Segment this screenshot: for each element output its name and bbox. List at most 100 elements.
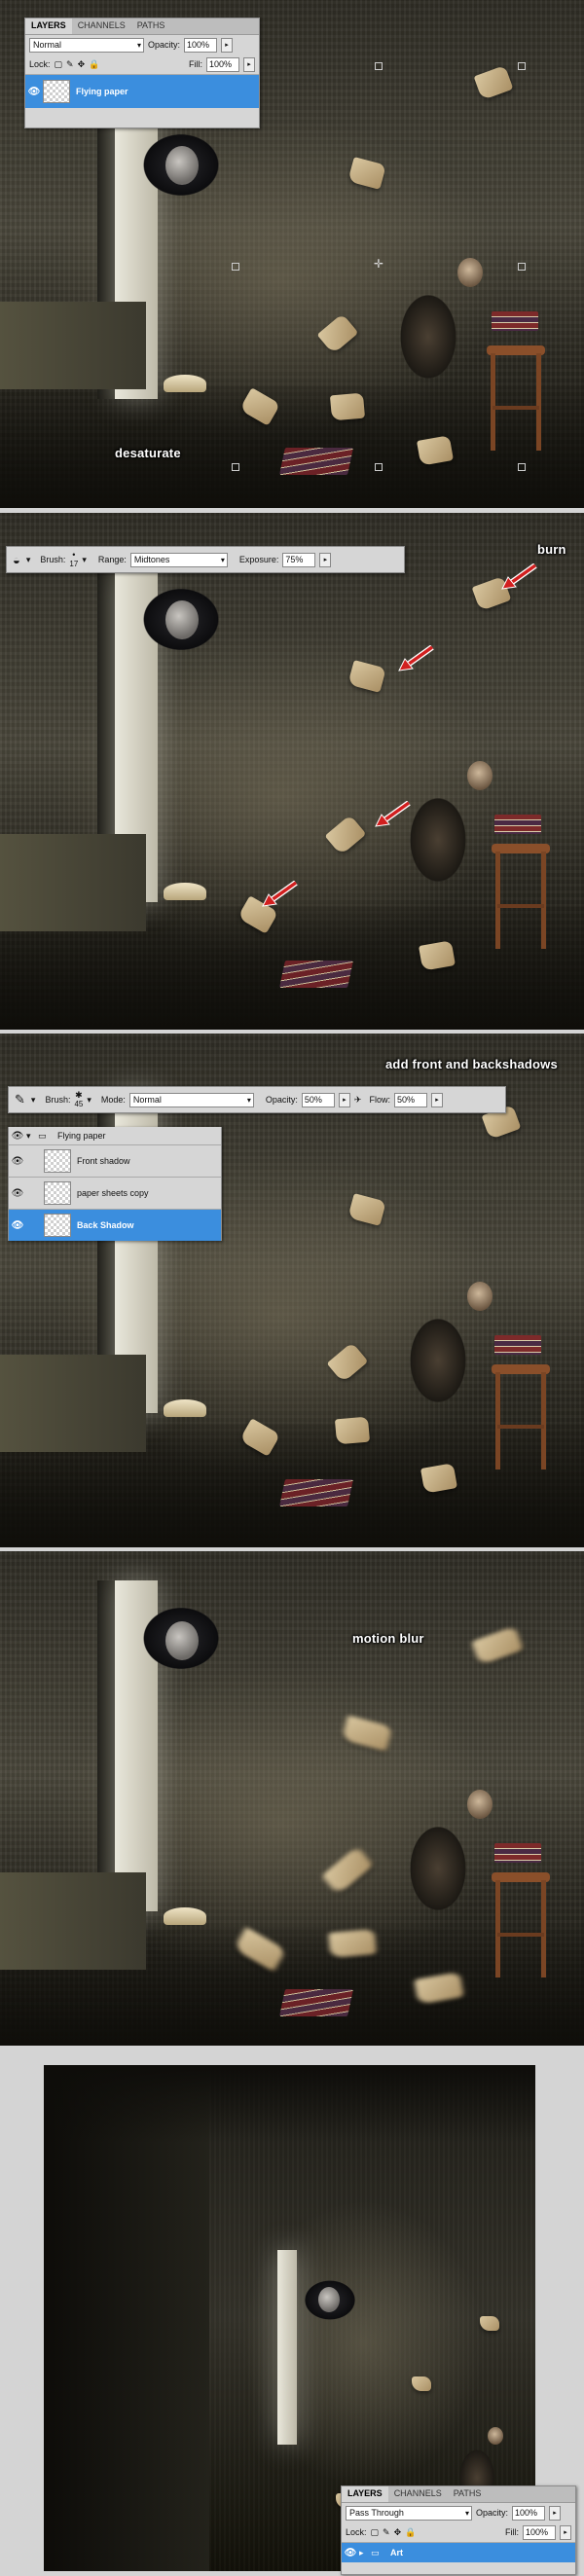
brush-size: 45: [74, 1100, 84, 1108]
layers-panel-tabs: LAYERS CHANNELS PATHS: [25, 18, 259, 35]
tool-preset-chevron-down-icon[interactable]: ▾: [26, 555, 31, 565]
open-book: [164, 1907, 206, 1925]
fill-label: Fill:: [505, 2527, 519, 2537]
paper-sheet: [412, 2376, 431, 2391]
mode-label: Mode:: [100, 1095, 126, 1105]
fill-input[interactable]: 100%: [523, 2524, 556, 2540]
tab-layers[interactable]: LAYERS: [342, 2486, 388, 2502]
transform-handle[interactable]: [375, 463, 383, 471]
chevron-down-icon: ▾: [220, 555, 225, 564]
eye-icon[interactable]: 👁: [9, 1131, 26, 1142]
stool: [492, 1364, 550, 1471]
lock-all-icon[interactable]: 🔒: [89, 59, 99, 70]
opacity-label: Opacity:: [476, 2508, 509, 2518]
step-panel-shadows: add front and backshadows ✎ ▾ Brush: ✱ 45…: [0, 1034, 584, 1547]
layer-row-back-shadow[interactable]: 👁 Back Shadow: [9, 1209, 221, 1241]
lock-pixels-icon[interactable]: ✎: [66, 59, 74, 70]
lock-pixels-icon[interactable]: ✎: [383, 2527, 390, 2538]
fill-slider-toggle[interactable]: ▸: [243, 56, 255, 72]
floor-books: [279, 1989, 353, 2016]
wall-ledge: [0, 834, 146, 931]
layer-row-front-shadow[interactable]: 👁 Front shadow: [9, 1144, 221, 1177]
paper-sheet-blurred: [328, 1928, 377, 1959]
brush-label: Brush:: [40, 555, 66, 564]
girl-head: [467, 761, 493, 790]
red-arrow-icon: [375, 801, 411, 827]
layer-row-paper-sheets-copy[interactable]: 👁 paper sheets copy: [9, 1177, 221, 1209]
layer-row-art[interactable]: 👁 ▸ ▭ Art: [342, 2542, 575, 2562]
exposure-slider-toggle[interactable]: ▸: [319, 552, 332, 567]
floor-books: [279, 1479, 353, 1506]
opacity-input[interactable]: 50%: [301, 1092, 335, 1107]
folder-icon: ▭: [38, 1130, 47, 1141]
lock-all-icon[interactable]: 🔒: [405, 2527, 416, 2538]
brush-size: 17: [69, 560, 79, 568]
opacity-slider-toggle[interactable]: ▸: [549, 2505, 562, 2521]
transform-handle[interactable]: [518, 463, 526, 471]
eye-icon[interactable]: 👁: [25, 87, 43, 97]
tool-preset-chevron-down-icon[interactable]: ▾: [31, 1095, 36, 1106]
range-select[interactable]: Midtones ▾: [129, 552, 228, 567]
step-caption: burn: [537, 542, 566, 557]
opacity-slider-toggle[interactable]: ▸: [221, 37, 234, 53]
layers-panel: LAYERS CHANNELS PATHS Normal ▾ Opacity: 1…: [24, 18, 260, 128]
transform-handle[interactable]: [518, 62, 526, 70]
tab-paths[interactable]: PATHS: [448, 2486, 488, 2502]
airbrush-icon[interactable]: ✈: [354, 1095, 362, 1106]
crow-face: [318, 2287, 340, 2312]
stool: [492, 1872, 550, 1979]
mode-select[interactable]: Normal ▾: [128, 1092, 254, 1107]
range-label: Range:: [97, 555, 127, 564]
blend-row: Normal ▾ Opacity: 100% ▸: [25, 35, 259, 54]
transform-center-icon[interactable]: ✛: [374, 258, 383, 270]
opacity-input[interactable]: 100%: [512, 2505, 546, 2521]
chevron-down-icon: ▾: [136, 40, 141, 50]
eye-icon[interactable]: 👁: [9, 1156, 26, 1167]
transform-handle[interactable]: [518, 263, 526, 271]
lock-transparency-icon[interactable]: ▢: [55, 59, 63, 70]
layer-thumbnail: [44, 1149, 71, 1173]
brush-chevron-down-icon[interactable]: ▾: [87, 1095, 91, 1106]
fill-input[interactable]: 100%: [206, 56, 239, 72]
flow-slider-toggle[interactable]: ▸: [430, 1092, 443, 1107]
book-stack: [492, 311, 538, 331]
tab-paths[interactable]: PATHS: [131, 18, 171, 34]
group-expand-icon[interactable]: ▸: [359, 2548, 371, 2558]
layer-row-flying-paper[interactable]: 👁 Flying paper: [25, 74, 259, 108]
tab-channels[interactable]: CHANNELS: [72, 18, 131, 34]
brush-chevron-down-icon[interactable]: ▾: [82, 555, 87, 565]
step-panel-final: LAYERS CHANNELS PATHS Pass Through ▾ Opac…: [0, 2046, 584, 2576]
lock-position-icon[interactable]: ✥: [394, 2527, 402, 2538]
brush-tool-icon[interactable]: ✎: [13, 1092, 27, 1107]
blend-mode-select[interactable]: Pass Through ▾: [346, 2505, 472, 2521]
eye-icon[interactable]: 👁: [342, 2548, 359, 2558]
brush-preview[interactable]: ✱ 45: [74, 1091, 84, 1109]
tab-channels[interactable]: CHANNELS: [388, 2486, 448, 2502]
exposure-label: Exposure:: [238, 555, 279, 564]
red-arrow-icon: [398, 645, 434, 671]
group-expand-icon[interactable]: ▾: [26, 1131, 38, 1142]
options-row: ◒ ▾ Brush: • 17 ▾ Range: Midtones ▾ Exposu…: [7, 547, 404, 572]
opacity-input[interactable]: 100%: [184, 37, 218, 53]
layer-name: Front shadow: [77, 1156, 130, 1166]
flow-input[interactable]: 50%: [393, 1092, 427, 1107]
transform-handle[interactable]: [232, 263, 239, 271]
transform-handle[interactable]: [232, 463, 239, 471]
layer-group-flying-paper[interactable]: 👁 ▾ ▭ Flying paper: [9, 1127, 221, 1144]
exposure-input[interactable]: 75%: [282, 552, 316, 567]
lock-label: Lock:: [346, 2527, 367, 2537]
burn-tool-icon[interactable]: ◒: [11, 553, 22, 567]
layer-thumbnail: [44, 1214, 71, 1237]
layer-thumbnail: [44, 1181, 71, 1205]
lock-position-icon[interactable]: ✥: [78, 59, 86, 70]
tab-layers[interactable]: LAYERS: [25, 18, 72, 34]
blend-mode-select[interactable]: Normal ▾: [29, 37, 144, 53]
fill-slider-toggle[interactable]: ▸: [560, 2524, 571, 2540]
blend-mode-value: Pass Through: [349, 2507, 404, 2518]
transform-handle[interactable]: [375, 62, 383, 70]
eye-icon[interactable]: 👁: [9, 1188, 26, 1199]
brush-preview[interactable]: • 17: [69, 551, 79, 569]
opacity-slider-toggle[interactable]: ▸: [338, 1092, 350, 1107]
lock-transparency-icon[interactable]: ▢: [371, 2527, 380, 2538]
eye-icon[interactable]: 👁: [9, 1220, 26, 1231]
